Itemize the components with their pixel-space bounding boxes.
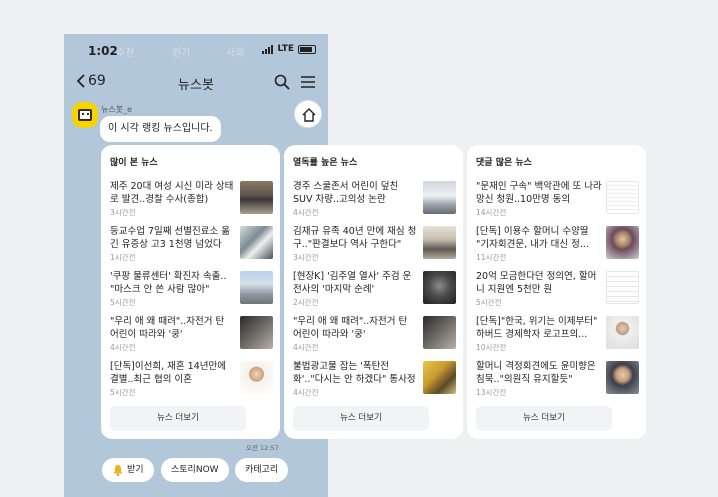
news-time: 2시간전 (293, 298, 319, 307)
news-thumbnail (606, 316, 639, 349)
news-thumbnail (423, 361, 456, 394)
ghost-tab: 원가 (172, 48, 191, 59)
news-thumbnail (423, 181, 456, 214)
home-icon (302, 108, 316, 122)
news-thumbnail (606, 271, 639, 304)
news-time: 14시간전 (476, 208, 507, 217)
news-item[interactable]: [현장K] '김주열 열사' 주검 운전사의 '마지막 순례' 2시간전 (293, 270, 456, 310)
news-item[interactable]: 할머니 격정회견에도 윤미향은 침묵.."의원직 유지할듯" 13시간전 (476, 360, 639, 400)
news-title: [단독]"한국, 위기는 이제부터" 하버드 경제학자 로고프의... (476, 316, 598, 340)
news-item[interactable]: 등교수업 7일째 선별진료소 옮긴 유증상 고3 1천명 넘었다 1시간전 (110, 225, 273, 265)
news-thumbnail (606, 361, 639, 394)
news-item[interactable]: '쿠팡 물류센터' 확진자 속출.. "마스크 안 쓴 사람 많아" 5시간전 (110, 270, 273, 310)
news-item[interactable]: "우리 애 왜 때려"..자전거 탄 어린이 따라와 '쿵' 4시간전 (293, 315, 456, 355)
more-news-button[interactable]: 뉴스 더보기 (476, 406, 612, 431)
home-button[interactable] (294, 100, 322, 128)
news-card-most-commented: 댓글 많은 뉴스 "문재인 구속" 백악관에 또 나라망신 청원..10만명 동… (467, 145, 646, 439)
sender-name: 뉴스봇_e (101, 105, 133, 114)
news-time: 4시간전 (293, 208, 319, 217)
news-item[interactable]: 경주 스쿨존서 어린이 덮친 SUV 차량..고의성 논란 4시간전 (293, 180, 456, 220)
receive-label: 받기 (127, 465, 144, 475)
more-news-button[interactable]: 뉴스 더보기 (110, 406, 246, 431)
chat-bubble: 이 시각 랭킹 뉴스입니다. (100, 116, 221, 142)
menu-icon[interactable] (300, 75, 316, 89)
card-heading: 열독률 높은 뉴스 (293, 158, 358, 168)
news-time: 5시간전 (110, 298, 136, 307)
news-item[interactable]: [단독]"한국, 위기는 이제부터" 하버드 경제학자 로고프의... 10시간… (476, 315, 639, 355)
news-time: 4시간전 (293, 388, 319, 397)
news-thumbnail (240, 271, 273, 304)
story-now-button[interactable]: 스토리NOW (161, 458, 229, 482)
news-title: 할머니 격정회견에도 윤미향은 침묵.."의원직 유지할듯" (476, 361, 596, 385)
news-thumbnail (240, 181, 273, 214)
news-item[interactable]: 불법광고물 잡는 '폭탄전화'.."다시는 안 하겠다" 통사정 4시간전 (293, 360, 456, 400)
news-title: '쿠팡 물류센터' 확진자 속출.. "마스크 안 쓴 사람 많아" (110, 271, 227, 295)
news-time: 5시간전 (476, 298, 502, 307)
news-time: 4시간전 (110, 343, 136, 352)
search-icon[interactable] (274, 74, 290, 90)
story-now-label: 스토리NOW (171, 465, 219, 475)
news-item[interactable]: 20억 모금한다던 정의연, 할머니 지원엔 5천만 원 5시간전 (476, 270, 639, 310)
ghost-tab: 추천 (116, 48, 135, 59)
news-thumbnail (240, 361, 273, 394)
news-title: [현장K] '김주열 열사' 주검 운전사의 '마지막 순례' (293, 271, 412, 295)
news-item[interactable]: 김재규 유족 40년 만에 재심 청구.."판결보다 역사 구한다" 3시간전 (293, 225, 456, 265)
news-time: 3시간전 (293, 253, 319, 262)
news-time: 5시간전 (110, 388, 136, 397)
news-title: 제주 20대 여성 시신 미라 상태로 발견..경찰 수사(종합) (110, 181, 234, 205)
news-item[interactable]: 제주 20대 여성 시신 미라 상태로 발견..경찰 수사(종합) 3시간전 (110, 180, 273, 220)
news-time: 4시간전 (293, 343, 319, 352)
news-title: [단독]이선희, 재혼 14년만에 결별..최근 협의 이혼 (110, 361, 226, 385)
news-thumbnail (423, 226, 456, 259)
status-time: 1:02 (88, 44, 118, 58)
news-thumbnail (423, 316, 456, 349)
category-label: 카테고리 (245, 465, 279, 475)
more-news-button[interactable]: 뉴스 더보기 (293, 406, 429, 431)
news-title: [단독] 이용수 할머니 수양딸 "기자회견문, 내가 대신 정... (476, 226, 589, 250)
news-thumbnail (423, 271, 456, 304)
news-title: 경주 스쿨존서 어린이 덮친 SUV 차량..고의성 논란 (293, 181, 399, 205)
news-thumbnail (606, 181, 639, 214)
status-indicators: LTE (262, 44, 316, 54)
bot-avatar[interactable] (72, 102, 98, 128)
news-item[interactable]: "우리 애 왜 때려"..자전거 탄 어린이 따라와 '쿵' 4시간전 (110, 315, 273, 355)
news-title: "우리 애 왜 때려"..자전거 탄 어린이 따라와 '쿵' (293, 316, 408, 340)
news-item[interactable]: [단독] 이용수 할머니 수양딸 "기자회견문, 내가 대신 정... 11시간… (476, 225, 639, 265)
news-item[interactable]: [단독]이선희, 재혼 14년만에 결별..최근 협의 이혼 5시간전 (110, 360, 273, 400)
card-heading: 댓글 많은 뉴스 (476, 158, 532, 168)
news-card-most-read: 열독률 높은 뉴스 경주 스쿨존서 어린이 덮친 SUV 차량..고의성 논란 … (284, 145, 463, 439)
news-card-most-viewed: 많이 본 뉴스 제주 20대 여성 시신 미라 상태로 발견..경찰 수사(종합… (101, 145, 280, 439)
news-time: 10시간전 (476, 343, 507, 352)
network-label: LTE (277, 44, 294, 54)
receive-button[interactable]: 받기 (102, 458, 154, 482)
news-thumbnail (606, 226, 639, 259)
news-time: 13시간전 (476, 388, 507, 397)
news-title: "우리 애 왜 때려"..자전거 탄 어린이 따라와 '쿵' (110, 316, 225, 340)
category-button[interactable]: 카테고리 (235, 458, 289, 482)
news-time: 3시간전 (110, 208, 136, 217)
news-title: "문재인 구속" 백악관에 또 나라망신 청원..10만명 동의 (476, 181, 602, 205)
signal-icon (262, 44, 274, 54)
battery-icon (298, 44, 316, 54)
news-title: 김재규 유족 40년 만에 재심 청구.."판결보다 역사 구한다" (293, 226, 417, 250)
message-timestamp: 오전 12:57 (246, 444, 279, 452)
news-title: 등교수업 7일째 선별진료소 옮긴 유증상 고3 1천명 넘었다 (110, 226, 230, 250)
status-bar: 1:02 추천 원가 사회 LTE (64, 34, 328, 68)
ghost-tab: 사회 (226, 48, 245, 59)
chat-header: 69 뉴스봇 (64, 68, 328, 98)
news-item[interactable]: "문재인 구속" 백악관에 또 나라망신 청원..10만명 동의 14시간전 (476, 180, 639, 220)
news-thumbnail (240, 316, 273, 349)
robot-icon (78, 109, 92, 121)
news-time: 1시간전 (110, 253, 136, 262)
card-heading: 많이 본 뉴스 (110, 158, 158, 168)
news-time: 11시간전 (476, 253, 507, 262)
bell-icon (113, 465, 123, 476)
news-title: 20억 모금한다던 정의연, 할머니 지원엔 5천만 원 (476, 271, 597, 295)
news-title: 불법광고물 잡는 '폭탄전화'.."다시는 안 하겠다" 통사정 (293, 361, 416, 385)
news-thumbnail (240, 226, 273, 259)
